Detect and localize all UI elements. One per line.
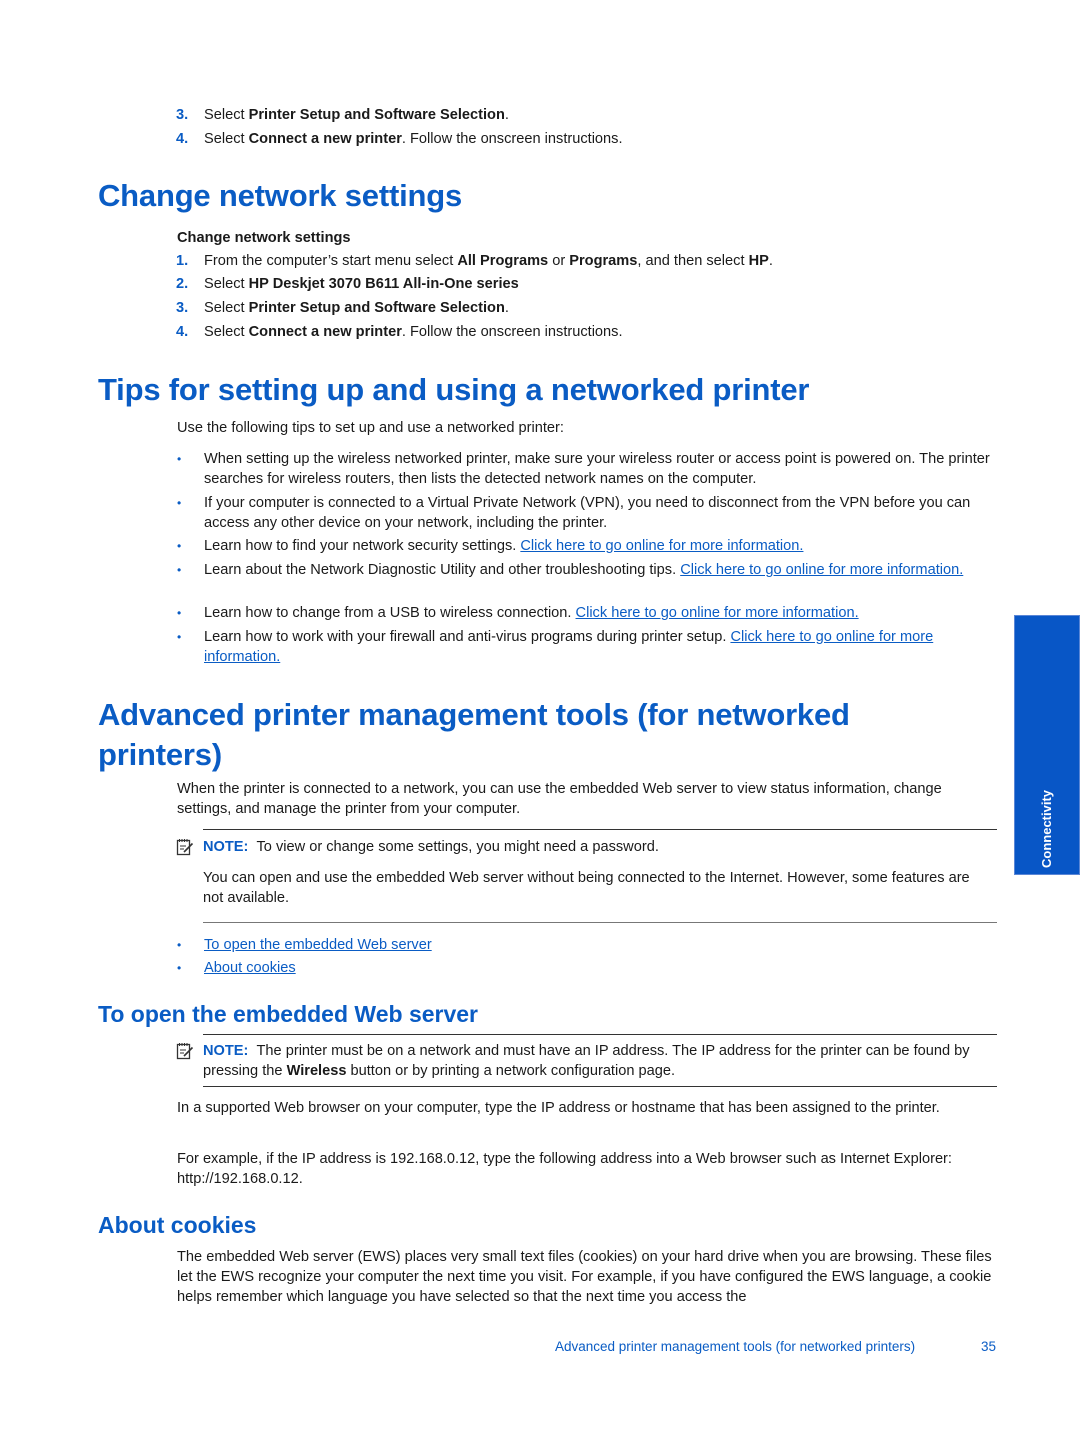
note: NOTE: To view or change some settings, y…: [203, 837, 659, 857]
advanced-intro: When the printer is connected to a netwo…: [177, 781, 942, 817]
heading-about-cookies: About cookies: [98, 1212, 257, 1238]
step-text-bold: Programs: [569, 253, 638, 269]
step-number: 4.: [176, 131, 189, 147]
note-label: NOTE:: [203, 1043, 249, 1059]
ews-paragraph-2: For example, if the IP address is 192.16…: [177, 1151, 952, 1187]
step-text-bold: Printer Setup and Software Selection: [248, 300, 505, 316]
note-bottom-rule: [203, 1086, 997, 1087]
tips-intro: Use the following tips to set up and use…: [177, 420, 564, 436]
step-text-bold: Connect a new printer: [248, 324, 402, 340]
step-text-plain: , and then select: [637, 253, 749, 269]
bullet-icon: •: [177, 539, 182, 553]
step-text: Select Connect a new printer. Follow the…: [204, 129, 623, 149]
note-label: NOTE:: [203, 839, 249, 855]
tip-text: Learn how to change from a USB to wirele…: [204, 605, 576, 621]
step-number: 3.: [176, 300, 189, 316]
step-text: Select HP Deskjet 3070 B611 All-in-One s…: [204, 274, 519, 294]
link-about-cookies[interactable]: About cookies: [204, 958, 296, 978]
step-text-plain: .: [504, 300, 509, 316]
step-text-bold: Printer Setup and Software Selection: [248, 107, 505, 123]
note-icon: [176, 839, 194, 856]
step-text-bold: Connect a new printer: [248, 131, 402, 147]
step-text-plain: or: [548, 253, 570, 269]
ews-paragraph-1: In a supported Web browser on your compu…: [177, 1100, 940, 1116]
note-top-rule: [203, 829, 997, 830]
chapter-tab-connectivity: Connectivity: [1014, 615, 1080, 875]
tip-text: Learn how to work with your firewall and…: [204, 629, 731, 645]
step-text: Select Printer Setup and Software Select…: [204, 298, 509, 318]
tip-text: When setting up the wireless networked p…: [204, 451, 990, 487]
tip-text: Learn how to find your network security …: [204, 538, 521, 554]
step-number: 4.: [176, 324, 189, 340]
more-info-link[interactable]: Click here to go online for more informa…: [576, 605, 859, 621]
bullet-icon: •: [177, 630, 182, 644]
step-number: 3.: [176, 107, 189, 123]
step-text-bold: All Programs: [457, 253, 549, 269]
bullet-icon: •: [177, 452, 182, 466]
tip-text: If your computer is connected to a Virtu…: [204, 495, 971, 531]
step-text-plain: From the computer’s start menu select: [204, 253, 458, 269]
step-text: Select Connect a new printer. Follow the…: [204, 322, 623, 342]
more-info-link[interactable]: Click here to go online for more informa…: [680, 562, 963, 578]
note-icon: [176, 1043, 194, 1060]
bullet-icon: •: [177, 938, 182, 952]
more-info-link[interactable]: Click here to go online for more informa…: [520, 538, 803, 554]
heading-tips: Tips for setting up and using a networke…: [98, 372, 810, 407]
step-number: 2.: [176, 276, 189, 292]
step-text-plain: . Follow the onscreen instructions.: [401, 131, 623, 147]
step-text-plain: . Follow the onscreen instructions.: [401, 324, 623, 340]
note-text-bold: Wireless: [286, 1063, 347, 1079]
chapter-tab-label: Connectivity: [1039, 789, 1054, 868]
step-text-bold: HP: [748, 253, 769, 269]
step-text-plain: Select: [204, 300, 249, 316]
tip-item: Learn how to change from a USB to wirele…: [204, 603, 1004, 623]
step-text-plain: Select: [204, 131, 249, 147]
bullet-icon: •: [177, 563, 182, 577]
bullet-icon: •: [177, 496, 182, 510]
heading-advanced-tools: Advanced printer management tools (for n…: [98, 697, 850, 772]
procedure-title: Change network settings: [177, 230, 351, 246]
note-bottom-rule: [203, 922, 997, 923]
note-top-rule: [203, 1034, 997, 1035]
note: NOTE: The printer must be on a network a…: [203, 1041, 1003, 1081]
page-number: 35: [981, 1339, 997, 1354]
tip-item: If your computer is connected to a Virtu…: [204, 493, 1004, 533]
tip-item: Learn about the Network Diagnostic Utili…: [204, 560, 979, 580]
tip-item: Learn how to work with your firewall and…: [204, 627, 994, 667]
tip-text: Learn about the Network Diagnostic Utili…: [204, 562, 681, 578]
step-text: From the computer’s start menu select Al…: [204, 251, 773, 271]
bullet-icon: •: [177, 961, 182, 975]
note-text: To view or change some settings, you mig…: [256, 839, 659, 855]
step-text: Select Printer Setup and Software Select…: [204, 105, 509, 125]
heading-open-ews: To open the embedded Web server: [98, 1001, 479, 1027]
bullet-icon: •: [177, 606, 182, 620]
step-text-plain: Select: [204, 276, 249, 292]
link-open-ews[interactable]: To open the embedded Web server: [204, 935, 432, 955]
heading-change-network-settings: Change network settings: [98, 178, 463, 213]
tip-item: When setting up the wireless networked p…: [204, 449, 1004, 489]
tip-item: Learn how to find your network security …: [204, 536, 1004, 556]
cookies-paragraph: The embedded Web server (EWS) places ver…: [177, 1249, 992, 1305]
step-text-plain: Select: [204, 107, 249, 123]
step-text-bold: HP Deskjet 3070 B611 All-in-One series: [248, 276, 519, 292]
step-text-plain: Select: [204, 324, 249, 340]
note-text: button or by printing a network configur…: [346, 1063, 676, 1079]
step-text-plain: .: [504, 107, 509, 123]
footer-section-title: Advanced printer management tools (for n…: [555, 1339, 916, 1354]
step-text-plain: .: [768, 253, 773, 269]
step-number: 1.: [176, 253, 189, 269]
note-extra: You can open and use the embedded Web se…: [203, 870, 970, 906]
